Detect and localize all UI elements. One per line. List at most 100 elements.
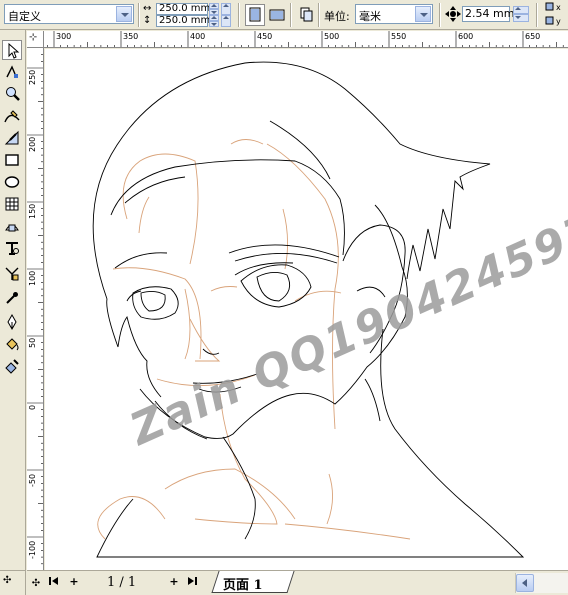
toolbar-separator [536, 3, 538, 27]
interactive-fill-tool[interactable] [2, 356, 22, 376]
text-tool[interactable] [2, 238, 22, 258]
drawing-canvas[interactable]: Zain QQ190424597 [45, 49, 568, 570]
ruler-h-label: 550 [391, 32, 406, 41]
graph-paper-tool-icon [5, 197, 19, 211]
nudge-icon [445, 6, 461, 22]
horizontal-ruler[interactable]: 300 350 400 450 500 550 600 650 [44, 31, 568, 48]
ruler-origin[interactable]: ⊹ [27, 31, 44, 48]
pages-icon [300, 7, 313, 22]
ruler-origin-icon: ⊹ [29, 32, 38, 43]
plus-icon: + [69, 575, 79, 588]
page-height-value: 250.0 mm [159, 15, 211, 26]
ellipse-tool-icon [4, 176, 20, 188]
chevron-down-icon[interactable] [116, 6, 132, 22]
smart-fill-tool[interactable] [2, 128, 22, 148]
interactive-blend-tool-icon [5, 267, 19, 281]
svg-text:x: x [556, 3, 561, 12]
nudge-distance-value: 2.54 mm [465, 7, 515, 20]
toolbox: ✣ [0, 30, 26, 595]
units-dropdown[interactable]: 毫米 [355, 4, 433, 24]
text-tool-icon [6, 242, 19, 255]
outline-pen-tool-icon [7, 314, 17, 330]
ellipse-tool[interactable] [2, 172, 22, 192]
eyedropper-tool[interactable] [2, 288, 22, 308]
first-page-icon [49, 577, 58, 585]
toolbar-separator [290, 3, 292, 27]
landscape-button[interactable] [267, 4, 287, 26]
horizontal-ruler-ticks: 300 350 400 450 500 550 600 650 [46, 31, 564, 47]
freehand-tool[interactable] [2, 106, 22, 126]
nudge-spin-down[interactable] [513, 14, 529, 22]
page-tab-label: 页面 1 [223, 578, 263, 593]
horizontal-scrollbar[interactable] [515, 573, 568, 593]
ruler-v-label: 50 [28, 338, 37, 348]
svg-text:y: y [556, 17, 561, 26]
portrait-button[interactable] [245, 4, 265, 26]
fill-tool-icon [6, 338, 19, 351]
outline-pen-tool[interactable] [2, 312, 22, 332]
duplicate-distance-icon[interactable]: xy [544, 1, 566, 29]
vertical-ruler[interactable]: 250 200 150 100 50 0 -50 -100 [27, 48, 44, 570]
all-pages-button[interactable] [295, 4, 315, 26]
ruler-h-label: 600 [458, 32, 473, 41]
chevron-down-icon[interactable] [415, 6, 431, 22]
coreldraw-window: 自定义 ↔ 250.0 mm ↕ 250.0 mm 单位: 毫米 2.54 mm… [0, 0, 568, 595]
scroll-left-button[interactable] [516, 574, 534, 592]
last-page-icon [188, 577, 197, 585]
width-arrows-icon: ↔ [143, 3, 152, 14]
toolbar-separator [238, 3, 240, 27]
interactive-fill-tool-icon [5, 359, 19, 374]
freehand-tool-icon [4, 110, 20, 123]
property-bar: 自定义 ↔ 250.0 mm ↕ 250.0 mm 单位: 毫米 2.54 mm… [0, 0, 568, 30]
units-label: 单位: [324, 10, 350, 23]
rectangle-tool-icon [5, 154, 19, 166]
height-lock-button[interactable] [221, 15, 231, 27]
rectangle-tool[interactable] [2, 150, 22, 170]
last-page-button[interactable] [185, 575, 199, 589]
page-width-input[interactable]: 250.0 mm [156, 3, 211, 15]
page-height-input[interactable]: 250.0 mm [156, 15, 211, 27]
zoom-tool[interactable] [2, 84, 22, 104]
ruler-v-label: -100 [28, 541, 37, 559]
add-page-after-button[interactable]: + [167, 575, 181, 589]
height-spin-down[interactable] [209, 21, 219, 27]
toolbox-footer: ✣ [0, 570, 26, 594]
ruler-v-label: 100 [28, 271, 37, 286]
face-sketch [92, 61, 525, 558]
portrait-page-icon [249, 7, 261, 22]
landscape-page-icon [269, 9, 285, 21]
paper-preset-dropdown[interactable]: 自定义 [4, 4, 134, 24]
pick-tool[interactable] [2, 40, 22, 60]
shape-tool[interactable] [2, 62, 22, 82]
ruler-h-label: 650 [525, 32, 540, 41]
nudge-spin-up[interactable] [513, 6, 529, 14]
ruler-v-label: 0 [28, 405, 37, 410]
toolbar-separator [318, 3, 320, 27]
ruler-h-label: 400 [190, 32, 205, 41]
basic-shapes-tool[interactable] [2, 216, 22, 236]
interactive-blend-tool[interactable] [2, 264, 22, 284]
basic-shapes-tool-icon [5, 224, 19, 232]
page-width-value: 250.0 mm [159, 3, 211, 14]
page-navigator: ✣ + 1 / 1 + 页面 1 [27, 570, 568, 595]
crosshair-icon[interactable]: ✣ [3, 575, 11, 586]
ruler-h-label: 450 [257, 32, 272, 41]
units-value: 毫米 [359, 10, 381, 23]
crosshair-icon[interactable]: ✣ [29, 577, 43, 591]
fill-tool[interactable] [2, 334, 22, 354]
vertical-ruler-ticks: 250 200 150 100 50 0 -50 -100 [27, 54, 43, 565]
graph-paper-tool[interactable] [2, 194, 22, 214]
eyedropper-tool-icon [6, 292, 18, 304]
first-page-button[interactable] [47, 575, 61, 589]
zoom-tool-icon [6, 87, 20, 101]
add-page-before-button[interactable]: + [67, 575, 81, 589]
width-lock-button[interactable] [221, 3, 231, 15]
pick-tool-icon [8, 43, 20, 59]
shape-tool-icon [6, 65, 18, 78]
ruler-h-label: 350 [123, 32, 138, 41]
ruler-h-label: 300 [56, 32, 71, 41]
nudge-distance-input[interactable]: 2.54 mm [462, 6, 514, 22]
ruler-v-label: 200 [28, 137, 37, 152]
ruler-v-label: 150 [28, 204, 37, 219]
toolbar-separator [439, 3, 441, 27]
